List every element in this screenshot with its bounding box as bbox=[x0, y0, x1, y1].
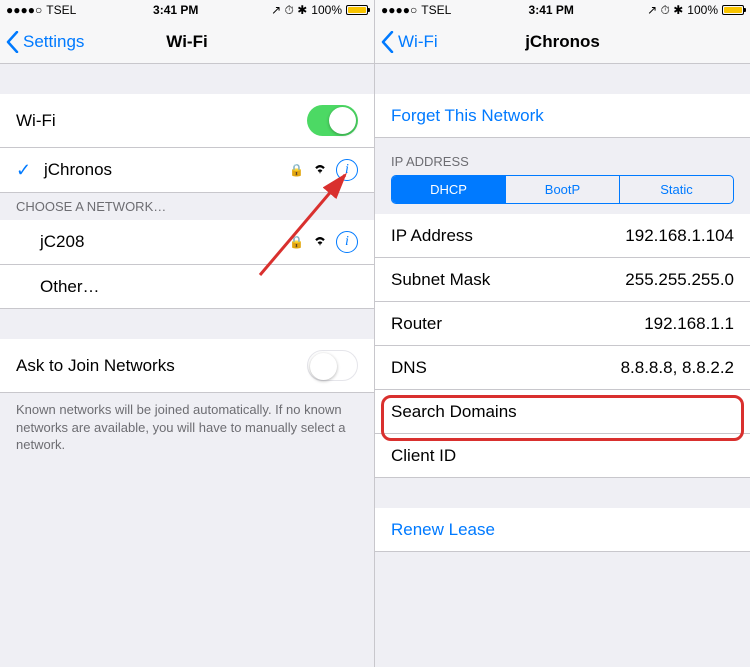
forget-network-label: Forget This Network bbox=[391, 106, 544, 126]
info-button[interactable]: i bbox=[336, 159, 358, 181]
ask-join-toggle[interactable] bbox=[307, 350, 358, 381]
router-row: Router 192.168.1.1 bbox=[375, 302, 750, 346]
status-indicators: ↗ ⏱ ✱ bbox=[271, 3, 307, 18]
status-time: 3:41 PM bbox=[153, 3, 198, 17]
status-time: 3:41 PM bbox=[529, 3, 574, 17]
nav-title: jChronos bbox=[525, 32, 600, 52]
battery-pct: 100% bbox=[311, 3, 342, 17]
client-id-row[interactable]: Client ID bbox=[375, 434, 750, 478]
carrier-label: TSEL bbox=[46, 3, 76, 17]
router-label: Router bbox=[391, 314, 442, 334]
status-bar: ●●●●○ TSEL 3:41 PM ↗ ⏱ ✱ 100% bbox=[0, 0, 374, 20]
carrier-label: TSEL bbox=[421, 3, 451, 17]
router-value: 192.168.1.1 bbox=[644, 314, 734, 334]
info-button[interactable]: i bbox=[336, 231, 358, 253]
wifi-toggle-row: Wi-Fi bbox=[0, 94, 374, 148]
search-domains-row[interactable]: Search Domains bbox=[375, 390, 750, 434]
other-label: Other… bbox=[40, 277, 100, 297]
wifi-toggle-label: Wi-Fi bbox=[16, 111, 56, 131]
back-button[interactable]: Wi-Fi bbox=[381, 20, 438, 63]
seg-bootp[interactable]: BootP bbox=[506, 176, 620, 203]
network-label: jC208 bbox=[40, 232, 84, 252]
connected-network-row[interactable]: ✓ jChronos 🔒 i bbox=[0, 148, 374, 193]
network-detail-screen: ●●●●○ TSEL 3:41 PM ↗ ⏱ ✱ 100% Wi-Fi jChr… bbox=[375, 0, 750, 667]
lock-icon: 🔒 bbox=[289, 235, 304, 249]
dns-value: 8.8.8.8, 8.8.2.2 bbox=[621, 358, 734, 378]
ip-address-row: IP Address 192.168.1.104 bbox=[375, 214, 750, 258]
back-label: Wi-Fi bbox=[398, 32, 438, 52]
renew-lease-button[interactable]: Renew Lease bbox=[375, 508, 750, 552]
battery-pct: 100% bbox=[687, 3, 718, 17]
wifi-settings-screen: ●●●●○ TSEL 3:41 PM ↗ ⏱ ✱ 100% Settings W… bbox=[0, 0, 375, 667]
checkmark-icon: ✓ bbox=[16, 160, 34, 181]
ip-address-header: IP ADDRESS bbox=[375, 138, 750, 175]
seg-dhcp[interactable]: DHCP bbox=[392, 176, 506, 203]
ask-join-label: Ask to Join Networks bbox=[16, 356, 175, 376]
ask-join-footer: Known networks will be joined automatica… bbox=[0, 393, 374, 462]
ask-join-row: Ask to Join Networks bbox=[0, 339, 374, 393]
other-network-row[interactable]: Other… bbox=[0, 265, 374, 309]
seg-static[interactable]: Static bbox=[620, 176, 733, 203]
search-domains-label: Search Domains bbox=[391, 402, 517, 422]
lock-icon: 🔒 bbox=[289, 163, 304, 177]
dns-label: DNS bbox=[391, 358, 427, 378]
nav-title: Wi-Fi bbox=[166, 32, 207, 52]
choose-network-header: CHOOSE A NETWORK… bbox=[0, 193, 374, 220]
battery-icon bbox=[722, 5, 744, 15]
wifi-signal-icon bbox=[312, 160, 328, 180]
status-indicators: ↗ ⏱ ✱ bbox=[647, 3, 683, 18]
wifi-signal-icon bbox=[312, 232, 328, 252]
nav-bar: Wi-Fi jChronos bbox=[375, 20, 750, 64]
back-label: Settings bbox=[23, 32, 84, 52]
signal-dots-icon: ●●●●○ bbox=[6, 3, 42, 17]
subnet-mask-label: Subnet Mask bbox=[391, 270, 490, 290]
nav-bar: Settings Wi-Fi bbox=[0, 20, 374, 64]
dns-row[interactable]: DNS 8.8.8.8, 8.8.2.2 bbox=[375, 346, 750, 390]
ip-address-value: 192.168.1.104 bbox=[625, 226, 734, 246]
client-id-label: Client ID bbox=[391, 446, 456, 466]
connected-network-label: jChronos bbox=[44, 160, 112, 180]
ip-address-label: IP Address bbox=[391, 226, 473, 246]
forget-network-button[interactable]: Forget This Network bbox=[375, 94, 750, 138]
subnet-mask-row: Subnet Mask 255.255.255.0 bbox=[375, 258, 750, 302]
subnet-mask-value: 255.255.255.0 bbox=[625, 270, 734, 290]
status-bar: ●●●●○ TSEL 3:41 PM ↗ ⏱ ✱ 100% bbox=[375, 0, 750, 20]
signal-dots-icon: ●●●●○ bbox=[381, 3, 417, 17]
wifi-toggle[interactable] bbox=[307, 105, 358, 136]
chevron-left-icon bbox=[381, 31, 394, 53]
renew-lease-label: Renew Lease bbox=[391, 520, 495, 540]
back-button[interactable]: Settings bbox=[6, 20, 84, 63]
ip-config-segmented: DHCP BootP Static bbox=[391, 175, 734, 204]
chevron-left-icon bbox=[6, 31, 19, 53]
battery-icon bbox=[346, 5, 368, 15]
network-row-jc208[interactable]: jC208 🔒 i bbox=[0, 220, 374, 265]
